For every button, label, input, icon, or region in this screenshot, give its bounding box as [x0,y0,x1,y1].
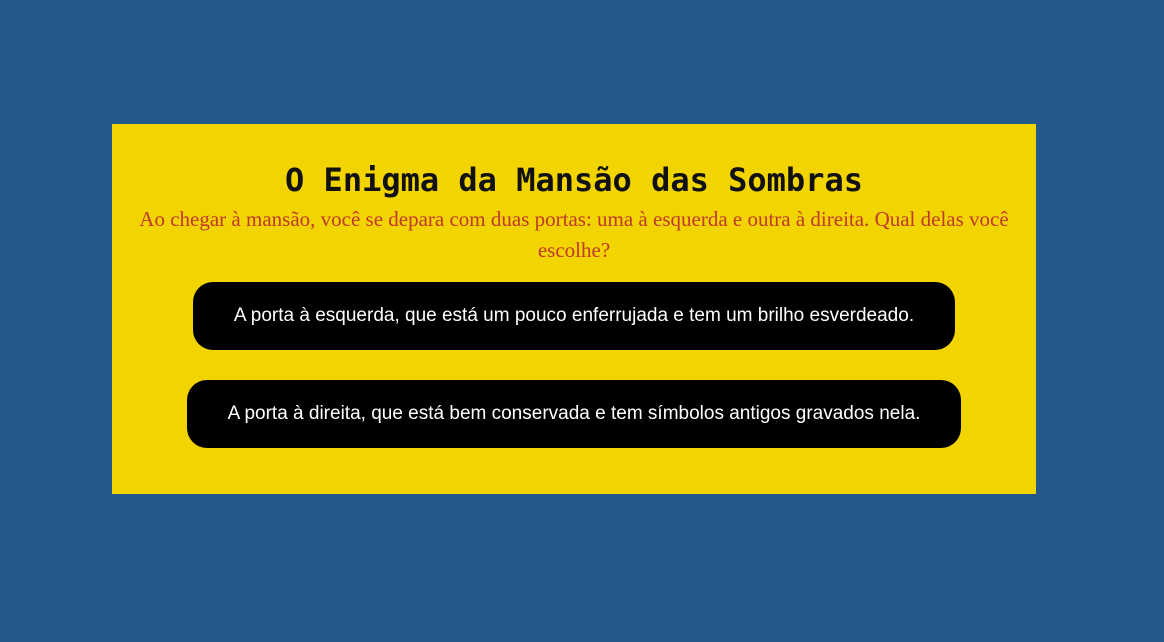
choice-left-door-button[interactable]: A porta à esquerda, que está um pouco en… [193,282,955,350]
choice-right-door-button[interactable]: A porta à direita, que está bem conserva… [187,380,961,448]
story-prompt: Ao chegar à mansão, você se depara com d… [139,207,1009,262]
game-title: O Enigma da Mansão das Sombras [285,161,863,199]
story-card: O Enigma da Mansão das Sombras Ao chegar… [112,124,1036,494]
